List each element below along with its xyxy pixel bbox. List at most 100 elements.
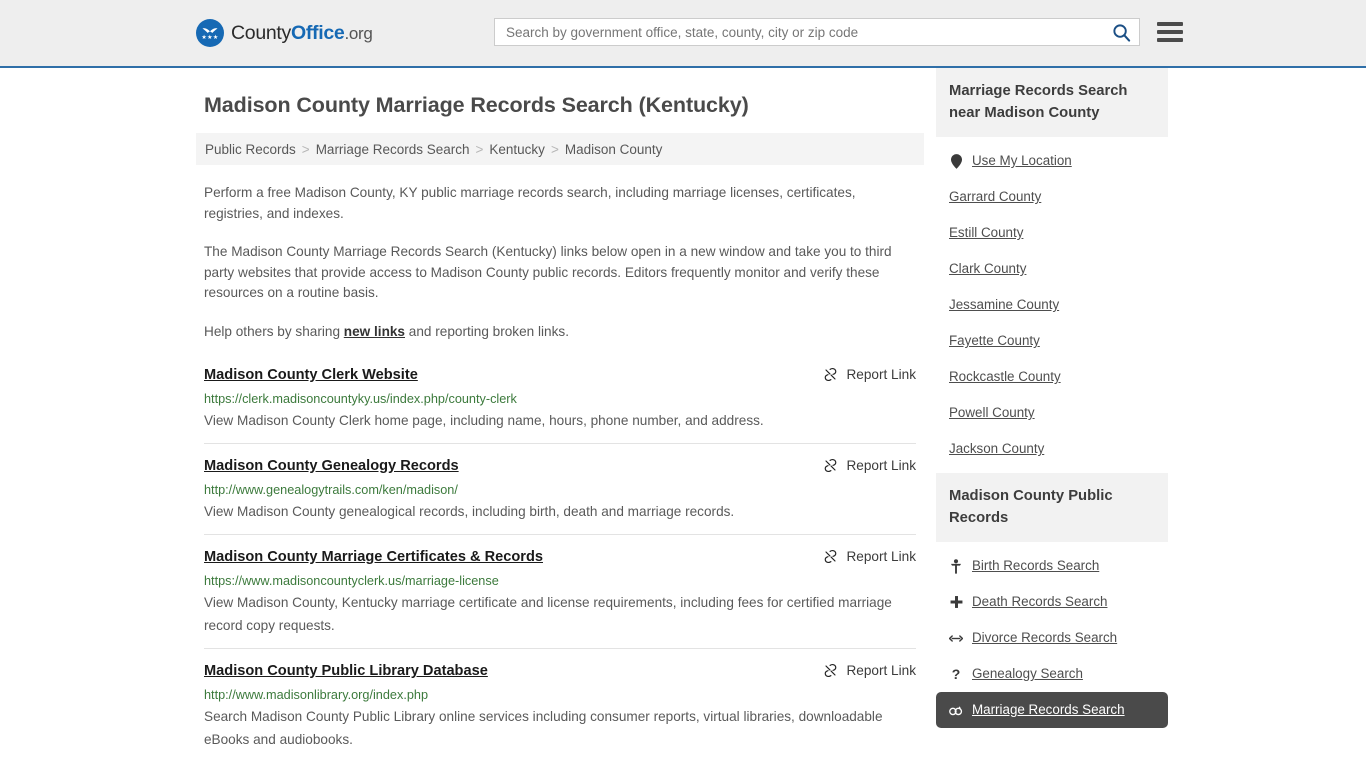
report-link-button[interactable]: Report Link: [823, 548, 916, 564]
sidebar-item-marriage-records-search[interactable]: Marriage Records Search: [936, 692, 1168, 728]
breadcrumb-separator: >: [475, 141, 484, 157]
sidebar-item-label: Marriage Records Search: [972, 702, 1125, 717]
sidebar-item-death-records-search[interactable]: Death Records Search: [936, 584, 1168, 620]
sidebar-item-estill-county[interactable]: Estill County: [936, 215, 1168, 251]
report-link-button[interactable]: Report Link: [823, 662, 916, 678]
hamburger-bar: [1157, 30, 1183, 34]
search-input[interactable]: [506, 24, 1110, 40]
breadcrumb-item-public-records[interactable]: Public Records: [205, 142, 296, 157]
result-description: View Madison County genealogical records…: [204, 504, 735, 519]
sidebar-item-label: Genealogy Search: [972, 666, 1083, 681]
sidebar-item-jessamine-county[interactable]: Jessamine County: [936, 287, 1168, 323]
baby-icon: [950, 558, 962, 574]
unlink-icon: [825, 458, 837, 473]
rings-icon: [949, 705, 963, 716]
public-records-heading: Madison County Public Records: [936, 473, 1168, 542]
intro-paragraph-1: Perform a free Madison County, KY public…: [204, 185, 856, 221]
hamburger-bar: [1157, 22, 1183, 26]
main-content: Madison County Marriage Records Search (…: [196, 68, 924, 768]
result-title-link[interactable]: Madison County Public Library Database: [204, 662, 488, 681]
unlink-icon: [825, 549, 837, 564]
search-icon: [1113, 23, 1131, 42]
intro-paragraph-3: Help others by sharing new links and rep…: [204, 322, 916, 343]
result-header: Madison County Clerk Website Report Link: [204, 366, 916, 385]
search-box[interactable]: [494, 18, 1140, 46]
baby-icon: [949, 558, 963, 574]
sidebar-item-label: Jessamine County: [949, 297, 1060, 312]
breadcrumb: Public Records > Marriage Records Search > K…: [196, 133, 924, 165]
result-title-link[interactable]: Madison County Genealogy Records: [204, 457, 459, 476]
site-logo[interactable]: ★★★ CountyOffice.org: [196, 19, 373, 47]
map-pin-icon: [950, 153, 962, 169]
result-header: Madison County Marriage Certificates & R…: [204, 548, 916, 567]
share-text-before: Help others by sharing: [204, 323, 344, 339]
page-body: Madison County Marriage Records Search (…: [0, 68, 1366, 768]
nearby-counties-heading: Marriage Records Search near Madison Cou…: [936, 68, 1168, 137]
report-link-label: Report Link: [846, 549, 916, 564]
result-title-link[interactable]: Madison County Clerk Website: [204, 366, 418, 385]
sidebar-item-label: Birth Records Search: [972, 558, 1100, 573]
result-url: https://www.madisoncountyclerk.us/marria…: [204, 574, 499, 588]
sidebar-item-label: Death Records Search: [972, 594, 1108, 609]
sidebar-item-divorce-records-search[interactable]: Divorce Records Search: [936, 620, 1168, 656]
result-description: Search Madison County Public Library onl…: [204, 709, 883, 747]
new-links-link[interactable]: new links: [344, 324, 405, 339]
sidebar-item-label: Rockcastle County: [949, 369, 1061, 384]
result-description: View Madison County, Kentucky marriage c…: [204, 595, 892, 633]
report-link-label: Report Link: [846, 663, 916, 678]
result-url: https://clerk.madisoncountyky.us/index.p…: [204, 392, 517, 406]
stars-icon: ★★★: [201, 34, 219, 41]
sidebar-item-label: Garrard County: [949, 189, 1042, 204]
logo-word-county: County: [231, 21, 291, 44]
result-url: http://www.madisonlibrary.org/index.php: [204, 688, 429, 702]
sidebar-item-genealogy-search[interactable]: ? Genealogy Search: [936, 656, 1168, 692]
logo-wordmark: CountyOffice.org: [231, 22, 373, 45]
unlink-icon: [825, 367, 837, 382]
sidebar-item-label: Fayette County: [949, 333, 1040, 348]
cross-icon: [950, 596, 962, 608]
sidebar-item-jackson-county[interactable]: Jackson County: [936, 431, 1168, 467]
breadcrumb-item-madison-county: Madison County: [564, 141, 663, 157]
sidebar-item-rockcastle-county[interactable]: Rockcastle County: [936, 359, 1168, 395]
logo-word-org: .org: [344, 23, 373, 43]
question-mark-icon: ?: [949, 666, 963, 682]
county-office-logo-icon: ★★★: [196, 19, 224, 47]
sidebar-item-birth-records-search[interactable]: Birth Records Search: [936, 548, 1168, 584]
result-title-link[interactable]: Madison County Marriage Certificates & R…: [204, 548, 543, 567]
sidebar-item-label: Powell County: [949, 405, 1035, 420]
search-button[interactable]: [1110, 23, 1133, 42]
report-link-label: Report Link: [846, 367, 916, 382]
menu-button[interactable]: [1157, 22, 1183, 42]
breadcrumb-separator: >: [550, 141, 559, 157]
sidebar-item-garrard-county[interactable]: Garrard County: [936, 179, 1168, 215]
sidebar-item-fayette-county[interactable]: Fayette County: [936, 323, 1168, 359]
search-area: [494, 18, 1183, 46]
question-mark-icon: ?: [951, 666, 961, 682]
result-header: Madison County Genealogy Records Report …: [204, 457, 916, 476]
sidebar: Marriage Records Search near Madison Cou…: [936, 68, 1168, 768]
intro-section: Perform a free Madison County, KY public…: [196, 183, 924, 342]
breadcrumb-item-kentucky[interactable]: Kentucky: [489, 142, 545, 157]
sidebar-item-powell-county[interactable]: Powell County: [936, 395, 1168, 431]
unlink-icon: [825, 663, 837, 678]
sidebar-item-use-my-location[interactable]: Use My Location: [936, 143, 1168, 179]
report-link-button[interactable]: Report Link: [823, 366, 916, 382]
sidebar-item-clark-county[interactable]: Clark County: [936, 251, 1168, 287]
nearby-counties-card: Marriage Records Search near Madison Cou…: [936, 68, 1168, 467]
report-link-label: Report Link: [846, 458, 916, 473]
result-item: Madison County Public Library Database R…: [204, 662, 916, 762]
public-records-list: Birth Records Search Death Records Search…: [936, 542, 1168, 728]
sidebar-item-label: Jackson County: [949, 441, 1045, 456]
public-records-card: Madison County Public Records Birth Reco…: [936, 473, 1168, 728]
results-list: Madison County Clerk Website Report Link…: [196, 366, 924, 762]
result-url: http://www.genealogytrails.com/ken/madis…: [204, 483, 458, 497]
result-description: View Madison County Clerk home page, inc…: [204, 413, 764, 428]
report-link-button[interactable]: Report Link: [823, 457, 916, 473]
sidebar-item-label: Divorce Records Search: [972, 630, 1118, 645]
sidebar-item-label: Clark County: [949, 261, 1027, 276]
hamburger-bar: [1157, 38, 1183, 42]
site-header: ★★★ CountyOffice.org: [0, 0, 1366, 68]
sidebar-item-label: Estill County: [949, 225, 1024, 240]
map-pin-icon: [949, 153, 963, 169]
breadcrumb-item-marriage-records-search[interactable]: Marriage Records Search: [316, 142, 470, 157]
